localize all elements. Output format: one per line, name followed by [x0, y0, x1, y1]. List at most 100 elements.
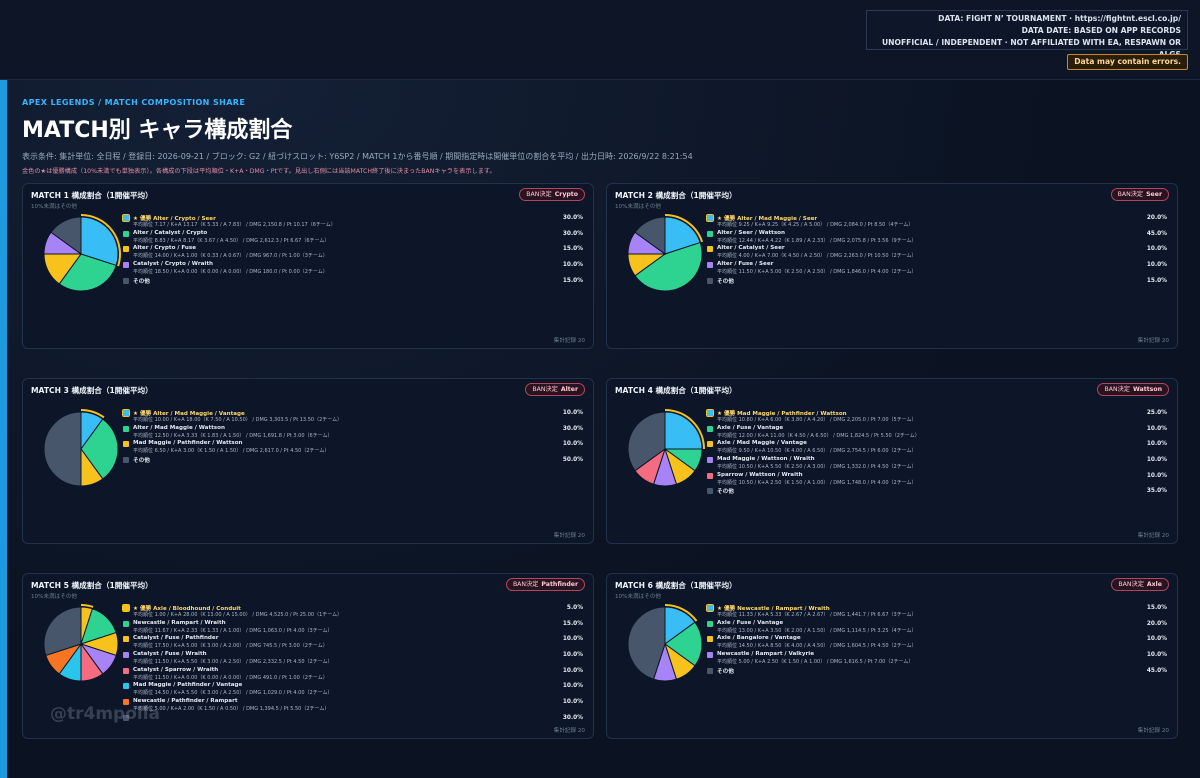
legend-share-value: 25.0% [1146, 410, 1167, 416]
legend-composition-stats: 平均順位 14.50 / K+A 8.50（K 4.00 / A 4.50） /… [717, 643, 917, 650]
legend-item: Newcastle / Rampart / Wraith 平均順位 11.67 /… [123, 620, 583, 636]
source-info-box: DATA: FIGHT N’ TOURNAMENT · https://figh… [866, 10, 1188, 59]
legend-swatch [706, 604, 714, 612]
legend-share-value: 50.0% [562, 457, 583, 464]
legend-swatch [123, 636, 129, 643]
match-panel-title: MATCH 3 構成割合（1開催平均） [31, 386, 153, 395]
match-panel-title: MATCH 2 構成割合（1開催平均） [615, 191, 737, 200]
record-count: 集計記録 20 [1137, 533, 1169, 539]
legend-composition-name: Newcastle / Rampart / Valkyrie [717, 651, 814, 658]
legend-composition-name: Alter / Mad Maggie / Wattson [133, 424, 225, 431]
pie-slice-1 [664, 411, 703, 450]
match-panel-6: MATCH 6 構成割合（1開催平均） 10%未満はその他 BAN決定 Axle ★ 優… [606, 573, 1178, 739]
legend-composition-stats: 平均順位 9.25 / K+A 9.25（K 4.25 / A 5.00） / … [717, 222, 914, 228]
legend-composition-stats: 平均順位 12.44 / K+A 4.22（K 1.89 / A 2.33） /… [717, 237, 917, 244]
legend-composition-stats: 平均順位 11.33 / K+A 5.33（K 2.67 / A 2.67） /… [717, 612, 917, 618]
legend-item: その他 50.0% [123, 456, 583, 472]
pie-chart [627, 409, 705, 487]
ban-badge: BAN決定 Crypto [519, 188, 585, 201]
legend-composition-stats: 平均順位 10.00 / K+A 18.00（K 7.50 / A 10.50）… [133, 417, 343, 423]
pie-legend: ★ 優勝 Alter / Mad Maggie / Seer 平均順位 9.25 … [706, 214, 1167, 293]
legend-composition-stats: 平均順位 7.17 / K+A 13.17（K 5.33 / A 7.83） /… [133, 222, 336, 228]
legend-swatch [707, 230, 713, 237]
legend-share-value: 15.0% [1146, 277, 1167, 284]
legend-composition-name: Alter / Fuse / Seer [717, 261, 774, 268]
record-count: 集計記録 20 [1137, 728, 1169, 734]
legend-item: Mad Maggie / Pathfinder / Vantage 平均順位 14… [123, 682, 583, 698]
pie-legend: ★ 優勝 Alter / Crypto / Seer 平均順位 7.17 / K+… [122, 214, 583, 293]
legend-share-value: 15.0% [562, 277, 583, 284]
legend-composition-name: Axle / Fuse / Vantage [717, 424, 784, 431]
ban-badge: BAN決定 Alter [525, 383, 585, 396]
legend-swatch [123, 262, 129, 269]
legend-swatch [707, 636, 713, 643]
legend-composition-stats: 平均順位 10.80 / K+A 6.00（K 3.80 / A 4.20） /… [717, 417, 917, 423]
legend-item: 30.0% [123, 714, 583, 730]
legend-item: Newcastle / Pathfinder / Rampart 平均順位 5.0… [123, 698, 583, 714]
match-panel-4: MATCH 4 構成割合（1開催平均） BAN決定 Wattson ★ 優勝 Mad … [606, 378, 1178, 544]
record-count: 集計記録 20 [553, 728, 585, 734]
legend-composition-stats: 平均順位 5.00 / K+A 2.50（K 1.50 / A 1.00） / … [717, 659, 914, 666]
legend-share-value: 5.0% [566, 605, 583, 611]
legend-composition-stats: 平均順位 5.00 / K+A 2.00（K 1.50 / A 0.50） / … [133, 706, 330, 713]
legend-share-value: 35.0% [1146, 488, 1167, 495]
legend-item: Newcastle / Rampart / Valkyrie 平均順位 5.00 … [707, 651, 1167, 667]
data-warning-badge: Data may contain errors. [1067, 54, 1188, 70]
pie-chart [627, 214, 704, 292]
legend-share-value: 15.0% [562, 620, 583, 627]
legend-swatch [707, 488, 713, 495]
ban-badge: BAN決定 Wattson [1097, 383, 1169, 396]
pie-slice-4 [43, 411, 82, 487]
ban-character: Pathfinder [541, 581, 578, 588]
record-count: 集計記録 20 [1137, 338, 1169, 344]
pie-legend: ★ 優勝 Axle / Bloodhound / Conduit 平均順位 1.0… [122, 604, 583, 730]
legend-swatch [123, 667, 129, 674]
legend-composition-name: Sparrow / Wattson / Wraith [717, 471, 803, 478]
legend-item: Catalyst / Fuse / Pathfinder 平均順位 17.50 /… [123, 635, 583, 651]
ban-label: BAN決定 [532, 386, 558, 393]
legend-swatch [707, 620, 713, 627]
pie-chart [43, 214, 121, 292]
ban-character: Axle [1146, 581, 1162, 588]
legend-item: ★ 優勝 Alter / Mad Maggie / Seer 平均順位 9.25 … [706, 214, 1167, 230]
legend-swatch [123, 230, 129, 237]
legend-share-value: 10.0% [1146, 262, 1167, 269]
legend-share-value: 10.0% [1146, 246, 1167, 253]
legend-composition-stats: 平均順位 11.50 / K+A 5.00（K 2.50 / A 2.50） /… [717, 269, 917, 276]
legend-composition-name: Alter / Crypto / Fuse [133, 245, 197, 252]
legend-note: 金色の★は優勝構成（10%未満でも単独表示）。各構成の下段は平均順位・K+A・D… [22, 168, 496, 175]
legend-item: Sparrow / Wattson / Wraith 平均順位 10.50 / K… [707, 472, 1167, 488]
ban-character: Wattson [1132, 386, 1162, 393]
display-conditions: 表示条件: 集計単位: 全日程 / 登録日: 2026-09-21 / ブロック… [22, 152, 693, 161]
ban-label: BAN決定 [1117, 191, 1144, 198]
legend-composition-stats: 平均順位 1.00 / K+A 28.00（K 13.00 / A 15.00）… [133, 612, 343, 618]
legend-share-value: 10.0% [562, 636, 583, 643]
ban-label: BAN決定 [512, 581, 539, 588]
legend-share-value: 10.0% [1146, 457, 1167, 464]
match-panel-2: MATCH 2 構成割合（1開催平均） 10%未満はその他 BAN決定 Seer ★ 優… [606, 183, 1178, 349]
legend-swatch [707, 441, 713, 448]
legend-swatch [122, 604, 130, 612]
legend-swatch [123, 457, 129, 464]
match-panel-subtitle: 10%未満はその他 [615, 594, 661, 600]
legend-share-value: 10.0% [562, 652, 583, 659]
record-count: 集計記録 20 [553, 533, 585, 539]
match-panel-1: MATCH 1 構成割合（1開催平均） 10%未満はその他 BAN決定 Crypto ★… [22, 183, 594, 349]
legend-item: Alter / Catalyst / Crypto 平均順位 8.83 / K+A… [123, 230, 583, 246]
legend-composition-stats: 平均順位 6.50 / K+A 3.00（K 1.50 / A 1.50） / … [133, 448, 330, 455]
legend-item: その他 35.0% [707, 487, 1167, 503]
legend-swatch [123, 652, 129, 659]
legend-item: Axle / Mad Maggie / Vantage 平均順位 9.50 / K… [707, 440, 1167, 456]
legend-composition-stats: 平均順位 14.00 / K+A 1.00（K 0.33 / A 0.67） /… [133, 253, 328, 260]
legend-item: Alter / Crypto / Fuse 平均順位 14.00 / K+A 1.… [123, 245, 583, 261]
legend-share-value: 45.0% [1146, 230, 1167, 237]
legend-share-value: 10.0% [562, 410, 583, 416]
legend-swatch [122, 214, 130, 222]
legend-item: その他 15.0% [707, 277, 1167, 293]
legend-item: Alter / Fuse / Seer 平均順位 11.50 / K+A 5.00… [707, 261, 1167, 277]
source-line-1: DATA: FIGHT N’ TOURNAMENT · https://figh… [938, 14, 1181, 23]
legend-item: その他 45.0% [707, 667, 1167, 683]
ban-label: BAN決定 [526, 191, 552, 198]
legend-share-value: 10.0% [562, 699, 583, 706]
legend-item: その他 15.0% [123, 277, 583, 293]
